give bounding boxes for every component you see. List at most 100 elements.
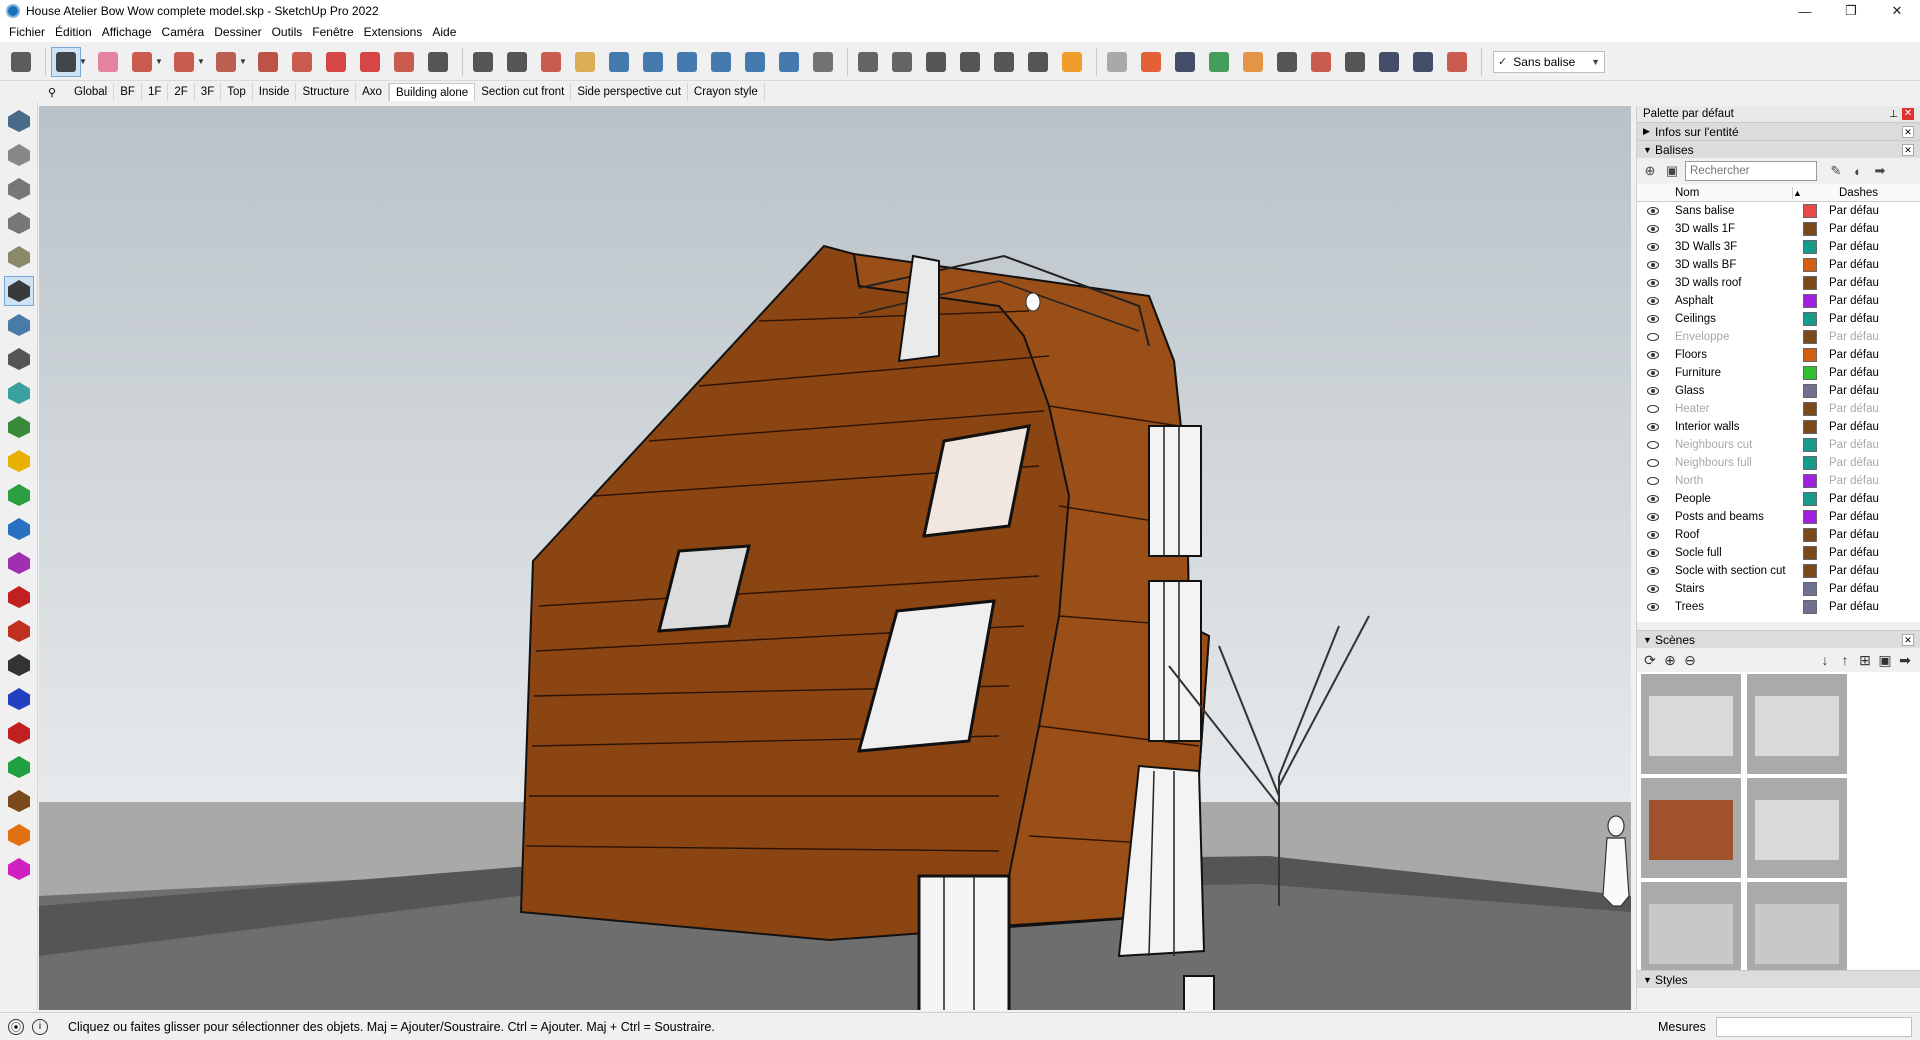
tag-dash-style[interactable]: Par défaut	[1829, 331, 1879, 343]
hidden-line-button[interactable]	[4, 208, 34, 238]
scene-thumbnail[interactable]	[1641, 674, 1741, 774]
tag-row[interactable]: Asphalt Par défaut	[1637, 292, 1920, 310]
tag-row[interactable]: Neighbours cut Par défaut	[1637, 436, 1920, 454]
visibility-toggle[interactable]	[1637, 225, 1669, 233]
tag-color-swatch[interactable]	[1803, 510, 1817, 524]
stack-magenta-button[interactable]	[4, 854, 34, 884]
scale-button[interactable]	[389, 47, 419, 77]
globe-button[interactable]	[1442, 47, 1472, 77]
stack-green-button[interactable]	[4, 752, 34, 782]
scene-tab[interactable]: Structure	[296, 83, 357, 101]
tag-dash-style[interactable]: Par défaut	[1829, 457, 1879, 469]
tag-row[interactable]: Sans balise Par défaut	[1637, 202, 1920, 220]
pan-button[interactable]	[570, 47, 600, 77]
visibility-toggle[interactable]	[1637, 549, 1669, 557]
tag-dash-style[interactable]: Par défaut	[1829, 313, 1879, 325]
info-button[interactable]	[1408, 47, 1438, 77]
menu-item[interactable]: Extensions	[359, 25, 428, 39]
scene-tab[interactable]: Inside	[253, 83, 297, 101]
name-column[interactable]: Nom	[1673, 186, 1793, 199]
select-button[interactable]	[51, 46, 81, 77]
update-scene-icon[interactable]: ⟳	[1641, 651, 1659, 669]
warehouse-button[interactable]	[672, 47, 702, 77]
menu-item[interactable]: Fichier	[4, 25, 50, 39]
text-button[interactable]	[468, 47, 498, 77]
dashes-column[interactable]: Dashes	[1835, 187, 1878, 199]
tag-color-swatch[interactable]	[1803, 294, 1817, 308]
paint-bucket-button[interactable]	[502, 47, 532, 77]
panel-close-icon[interactable]: ✕	[1902, 125, 1914, 138]
tag-row[interactable]: Socle full Par défaut	[1637, 544, 1920, 562]
visibility-toggle[interactable]	[1637, 315, 1669, 323]
tag-color-swatch[interactable]	[1803, 402, 1817, 416]
visibility-toggle[interactable]	[1637, 513, 1669, 521]
scene-tab[interactable]: 3F	[195, 83, 222, 101]
hand-button[interactable]	[4, 344, 34, 374]
tags-panel-header[interactable]: ▼ Balises ✕	[1637, 140, 1920, 158]
stack-red-button[interactable]	[4, 616, 34, 646]
stack-red2-button[interactable]	[4, 718, 34, 748]
tag-row[interactable]: Trees Par défaut	[1637, 598, 1920, 616]
scene-tab[interactable]: Crayon style	[688, 83, 765, 101]
tag-dash-style[interactable]: Par défaut	[1829, 205, 1879, 217]
left-view-button[interactable]	[1023, 47, 1053, 77]
scene-tab[interactable]: Building alone	[388, 83, 476, 101]
tag-row[interactable]: Socle with section cut Par défaut	[1637, 562, 1920, 580]
front-view-button[interactable]	[887, 47, 917, 77]
eraser-button[interactable]	[93, 47, 123, 77]
rotate-button[interactable]	[355, 47, 385, 77]
tag-row[interactable]: Floors Par défaut	[1637, 346, 1920, 364]
visibility-toggle[interactable]	[1637, 567, 1669, 575]
stack-orange-button[interactable]	[4, 820, 34, 850]
tag-row[interactable]: Posts and beams Par défaut	[1637, 508, 1920, 526]
visibility-toggle[interactable]	[1637, 297, 1669, 305]
stack-blue-button[interactable]	[4, 684, 34, 714]
tag-row[interactable]: 3D Walls 3F Par défaut	[1637, 238, 1920, 256]
zoom-extents-button[interactable]	[6, 47, 36, 77]
scene-search-icon[interactable]: ⚲	[40, 83, 64, 101]
menu-item[interactable]: Affichage	[97, 25, 157, 39]
tag-row[interactable]: Ceilings Par défaut	[1637, 310, 1920, 328]
scene-tab[interactable]: Section cut front	[475, 83, 572, 101]
tag-row[interactable]: 3D walls roof Par défaut	[1637, 274, 1920, 292]
details-icon[interactable]: ▣	[1876, 651, 1894, 669]
scene-tab[interactable]: BF	[114, 83, 142, 101]
styles-panel-header[interactable]: ▼ Styles	[1637, 970, 1920, 988]
cloud-button[interactable]	[1306, 47, 1336, 77]
menu-item[interactable]: Édition	[50, 25, 97, 39]
visibility-toggle[interactable]	[1637, 531, 1669, 539]
restore-button[interactable]: ❐	[1828, 0, 1874, 22]
panel-close-icon[interactable]: ✕	[1902, 143, 1914, 156]
tag-row[interactable]: 3D walls BF Par défaut	[1637, 256, 1920, 274]
orbit-button[interactable]	[536, 47, 566, 77]
visibility-toggle[interactable]	[1637, 369, 1669, 377]
view-options-icon[interactable]: ⊞	[1856, 651, 1874, 669]
zoom-window-button[interactable]	[638, 47, 668, 77]
tag-row[interactable]: 3D walls 1F Par défaut	[1637, 220, 1920, 238]
menu-item[interactable]: Fenêtre	[307, 25, 358, 39]
menu-item[interactable]: Dessiner	[209, 25, 266, 39]
tag-tool-icon[interactable]: ✎	[1827, 162, 1845, 180]
component-button[interactable]	[4, 378, 34, 408]
tag-color-swatch[interactable]	[1803, 258, 1817, 272]
menu-item[interactable]: Aide	[427, 25, 461, 39]
tag-color-swatch[interactable]	[1803, 420, 1817, 434]
add-scene-icon[interactable]: ⊕	[1661, 651, 1679, 669]
tag-color-swatch[interactable]	[1803, 582, 1817, 596]
tag-dash-style[interactable]: Par défaut	[1829, 241, 1879, 253]
move-scene-down-icon[interactable]: ↓	[1816, 651, 1834, 669]
tag-color-swatch[interactable]	[1803, 528, 1817, 542]
tag-dash-style[interactable]: Par défaut	[1829, 277, 1879, 289]
tag-dash-style[interactable]: Par défaut	[1829, 565, 1879, 577]
tag-row[interactable]: Interior walls Par défaut	[1637, 418, 1920, 436]
3d-viewport[interactable]	[39, 106, 1631, 1010]
shaded-button[interactable]	[4, 242, 34, 272]
visibility-toggle[interactable]	[1637, 333, 1669, 341]
tag-dash-style[interactable]: Par défaut	[1829, 223, 1879, 235]
tag-color-swatch[interactable]	[1803, 564, 1817, 578]
tree-button[interactable]	[1204, 47, 1234, 77]
rectangle-button[interactable]	[211, 47, 241, 77]
cube-blue-button[interactable]	[4, 514, 34, 544]
tag-color-swatch[interactable]	[1803, 600, 1817, 614]
visibility-toggle[interactable]	[1637, 603, 1669, 611]
